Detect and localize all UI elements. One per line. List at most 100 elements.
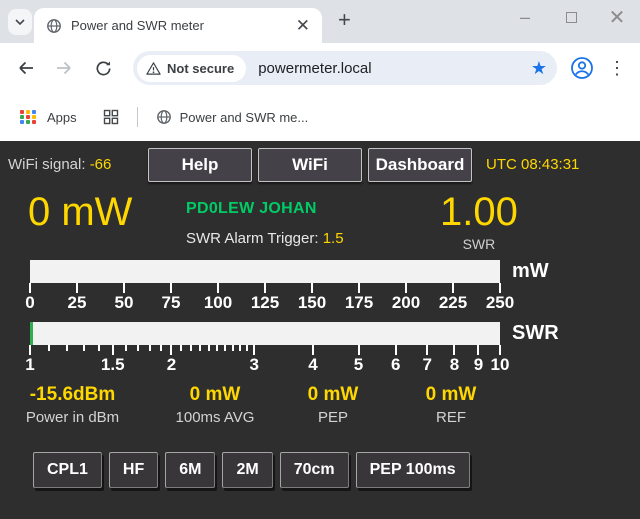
scale-tick (137, 345, 139, 351)
tab-close-icon[interactable]: ✕ (292, 17, 314, 34)
scale-tick (29, 283, 31, 293)
back-icon[interactable] (16, 58, 36, 78)
scale-tick (311, 283, 313, 293)
scale-tick (453, 345, 455, 355)
scale-tick-label: 1.5 (101, 355, 125, 375)
scale-tick (149, 345, 151, 351)
swr-readout: 1.00 SWR (440, 190, 518, 252)
6m-button[interactable]: 6M (165, 452, 215, 488)
scale-tick (208, 345, 210, 351)
scale-tick (125, 345, 127, 351)
bookmark-item[interactable]: Power and SWR me... (156, 109, 309, 125)
meter-page: WiFi signal: -66 Help WiFi Dashboard UTC… (0, 141, 640, 519)
scale-tick-label: 0 (25, 293, 34, 313)
wifi-signal: WiFi signal: -66 (8, 156, 148, 173)
bookmark-label: Power and SWR me... (180, 110, 309, 125)
scale-tick (395, 345, 397, 355)
security-chip-label: Not secure (167, 61, 234, 76)
address-bar[interactable]: Not secure powermeter.local ★ (133, 51, 557, 85)
scale-tick (170, 345, 172, 355)
scale-tick-label: 50 (115, 293, 134, 313)
readout-center: PD0LEW JOHAN SWR Alarm Trigger: 1.5 (186, 190, 414, 252)
swr-meter-fill (30, 322, 33, 345)
warning-icon (146, 61, 161, 76)
menu-kebab-icon[interactable]: ⋮ (608, 58, 626, 79)
scale-tick (264, 283, 266, 293)
reload-icon[interactable] (94, 59, 113, 78)
pep-100ms-button[interactable]: PEP 100ms (356, 452, 470, 488)
apps-grid-icon[interactable] (20, 110, 37, 124)
security-chip[interactable]: Not secure (137, 55, 246, 82)
browser-window: Power and SWR meter ✕ + – ✕ (0, 0, 640, 519)
power-main-value: 0 mW (28, 190, 186, 234)
profile-icon[interactable] (570, 56, 594, 80)
swr-sub-label: SWR (463, 236, 496, 252)
stat-label: 100ms AVG (160, 409, 270, 426)
wifi-button[interactable]: WiFi (258, 148, 362, 182)
scale-tick (452, 283, 454, 293)
bookmark-star-icon[interactable]: ★ (531, 58, 547, 79)
scale-tick (216, 345, 218, 351)
forward-icon[interactable] (54, 58, 74, 78)
callsign: PD0LEW JOHAN (186, 200, 414, 218)
power-readout: 0 mW (28, 190, 186, 252)
browser-tab[interactable]: Power and SWR meter ✕ (34, 8, 322, 43)
maximize-icon[interactable] (548, 2, 594, 32)
scale-tick (199, 345, 201, 351)
scale-tick (217, 283, 219, 293)
swr-alarm-value: 1.5 (323, 230, 344, 247)
scale-tick (66, 345, 68, 351)
cpl1-button[interactable]: CPL1 (33, 452, 102, 488)
stat-value: 0 mW (278, 384, 388, 406)
stat-value: -15.6dBm (25, 384, 120, 406)
scale-tick-label: 5 (354, 355, 363, 375)
stat-pep: 0 mW PEP (278, 384, 388, 426)
scale-tick (98, 345, 100, 351)
stat-label: Power in dBm (25, 409, 120, 426)
wifi-signal-label: WiFi signal: (8, 156, 86, 173)
header-row: WiFi signal: -66 Help WiFi Dashboard UTC… (0, 147, 640, 182)
scale-tick-label: 75 (162, 293, 181, 313)
stat-label: PEP (278, 409, 388, 426)
apps-label[interactable]: Apps (47, 110, 77, 125)
70cm-button[interactable]: 70cm (280, 452, 349, 488)
scale-tick-label: 4 (308, 355, 317, 375)
swr-main-value: 1.00 (440, 190, 518, 234)
hf-button[interactable]: HF (109, 452, 158, 488)
scale-tick (160, 345, 162, 351)
browser-toolbar: Not secure powermeter.local ★ ⋮ (0, 43, 640, 93)
power-meter-label: mW (512, 260, 549, 283)
stat-avg: 0 mW 100ms AVG (160, 384, 270, 426)
new-tab-button[interactable]: + (338, 9, 351, 31)
swr-alarm: SWR Alarm Trigger: 1.5 (186, 230, 414, 247)
minimize-icon[interactable]: – (502, 2, 548, 32)
scale-tick (190, 345, 192, 351)
window-close-icon[interactable]: ✕ (594, 2, 640, 32)
scale-tick-label: 225 (439, 293, 467, 313)
scale-tick (180, 345, 182, 351)
squares-icon[interactable] (103, 109, 119, 125)
dashboard-button[interactable]: Dashboard (368, 148, 472, 182)
tab-search-button[interactable] (8, 9, 32, 35)
scale-tick (29, 345, 31, 355)
stats-row: -15.6dBm Power in dBm 0 mW 100ms AVG 0 m… (0, 384, 640, 426)
scale-tick (358, 345, 360, 355)
power-meter-scale: 0255075100125150175200225250 (30, 283, 500, 315)
stat-value: 0 mW (396, 384, 506, 406)
scale-tick (477, 345, 479, 355)
2m-button[interactable]: 2M (222, 452, 272, 488)
scale-tick (246, 345, 248, 351)
stat-label: REF (396, 409, 506, 426)
scale-tick (312, 345, 314, 355)
scale-tick (358, 283, 360, 293)
globe-icon (156, 109, 172, 125)
help-button[interactable]: Help (148, 148, 252, 182)
url-text[interactable]: powermeter.local (258, 60, 523, 77)
wifi-signal-value: -66 (90, 156, 112, 173)
scale-tick-label: 25 (68, 293, 87, 313)
swr-meter-scale: 11.52345678910 (30, 345, 500, 377)
scale-tick-label: 3 (250, 355, 259, 375)
scale-tick (499, 345, 501, 355)
scale-tick (232, 345, 234, 351)
power-meter-row: mW (30, 260, 640, 283)
